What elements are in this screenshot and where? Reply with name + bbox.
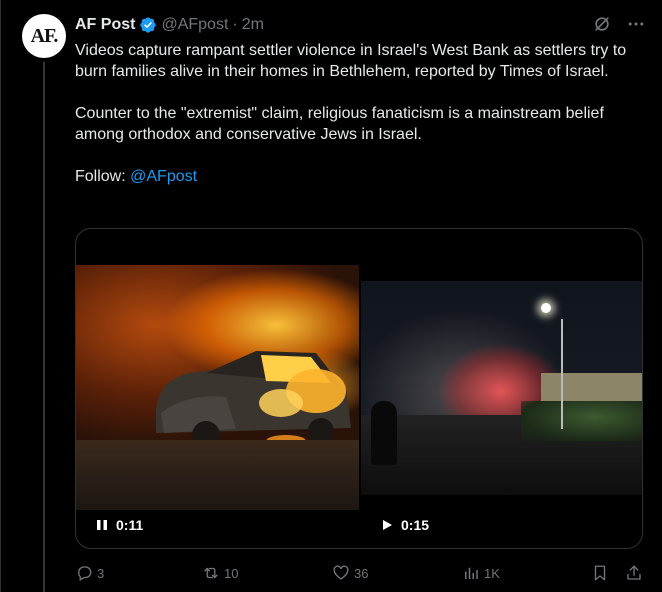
thread-line: [43, 62, 45, 592]
street-lamp: [541, 303, 551, 313]
tweet-header: AF Post @AFpost · 2m: [75, 15, 264, 35]
separator-dot: ·: [232, 16, 238, 33]
burning-car-image: [156, 351, 351, 449]
verified-badge-icon[interactable]: [139, 16, 157, 34]
pause-icon[interactable]: [96, 519, 108, 531]
tweet-paragraph-1: Videos capture rampant settler violence …: [75, 42, 627, 80]
repost-button[interactable]: 10: [202, 564, 238, 582]
reply-icon: [78, 566, 92, 581]
video-2-duration: 0:15: [401, 517, 430, 533]
share-icon: [627, 565, 641, 580]
video-2-grass: [521, 401, 642, 441]
bookmark-button[interactable]: [591, 564, 609, 582]
video-1-frame: [76, 265, 359, 510]
video-1[interactable]: 0:11: [76, 229, 360, 548]
tweet-top-actions: [592, 14, 646, 34]
like-button[interactable]: 36: [332, 564, 368, 582]
author-name[interactable]: AF Post: [75, 16, 135, 34]
repost-icon: [204, 567, 218, 579]
video-2-frame: [361, 281, 642, 495]
repost-count: 10: [224, 565, 239, 581]
video-1-duration: 0:11: [116, 517, 144, 533]
street-lamp-pole: [561, 319, 563, 429]
silhouette-figure: [371, 401, 397, 465]
video-1-street: [76, 440, 359, 510]
avatar[interactable]: AF.: [22, 14, 66, 58]
timeline-border: [0, 0, 1, 592]
follow-label: Follow:: [75, 168, 131, 185]
media-grid: 0:11 0:15: [75, 228, 643, 549]
video-2[interactable]: 0:15: [361, 229, 642, 548]
views-count: 1K: [484, 565, 500, 581]
play-icon[interactable]: [381, 519, 393, 531]
reply-button[interactable]: 3: [75, 564, 104, 582]
grok-icon[interactable]: [592, 14, 612, 34]
video-2-controls: 0:15: [361, 511, 642, 539]
like-count: 36: [354, 565, 369, 581]
reply-count: 3: [97, 565, 105, 581]
more-icon[interactable]: [626, 14, 646, 34]
views-icon: [465, 567, 478, 579]
follow-line: Follow: @AFpost: [75, 166, 647, 187]
tweet-paragraph-2: Counter to the "extremist" claim, religi…: [75, 105, 604, 143]
follow-mention-link[interactable]: @AFpost: [130, 168, 197, 185]
bookmark-icon: [594, 565, 606, 581]
tweet-actions: 3 10 36 1K: [75, 564, 643, 584]
video-1-controls: 0:11: [76, 511, 360, 539]
views-button[interactable]: 1K: [462, 564, 500, 582]
like-icon: [333, 565, 349, 580]
author-handle[interactable]: @AFpost: [161, 16, 228, 34]
tweet-text: Videos capture rampant settler violence …: [75, 40, 647, 187]
share-button[interactable]: [625, 564, 643, 582]
timestamp[interactable]: 2m: [242, 16, 264, 34]
avatar-logo-text: AF.: [30, 24, 59, 47]
